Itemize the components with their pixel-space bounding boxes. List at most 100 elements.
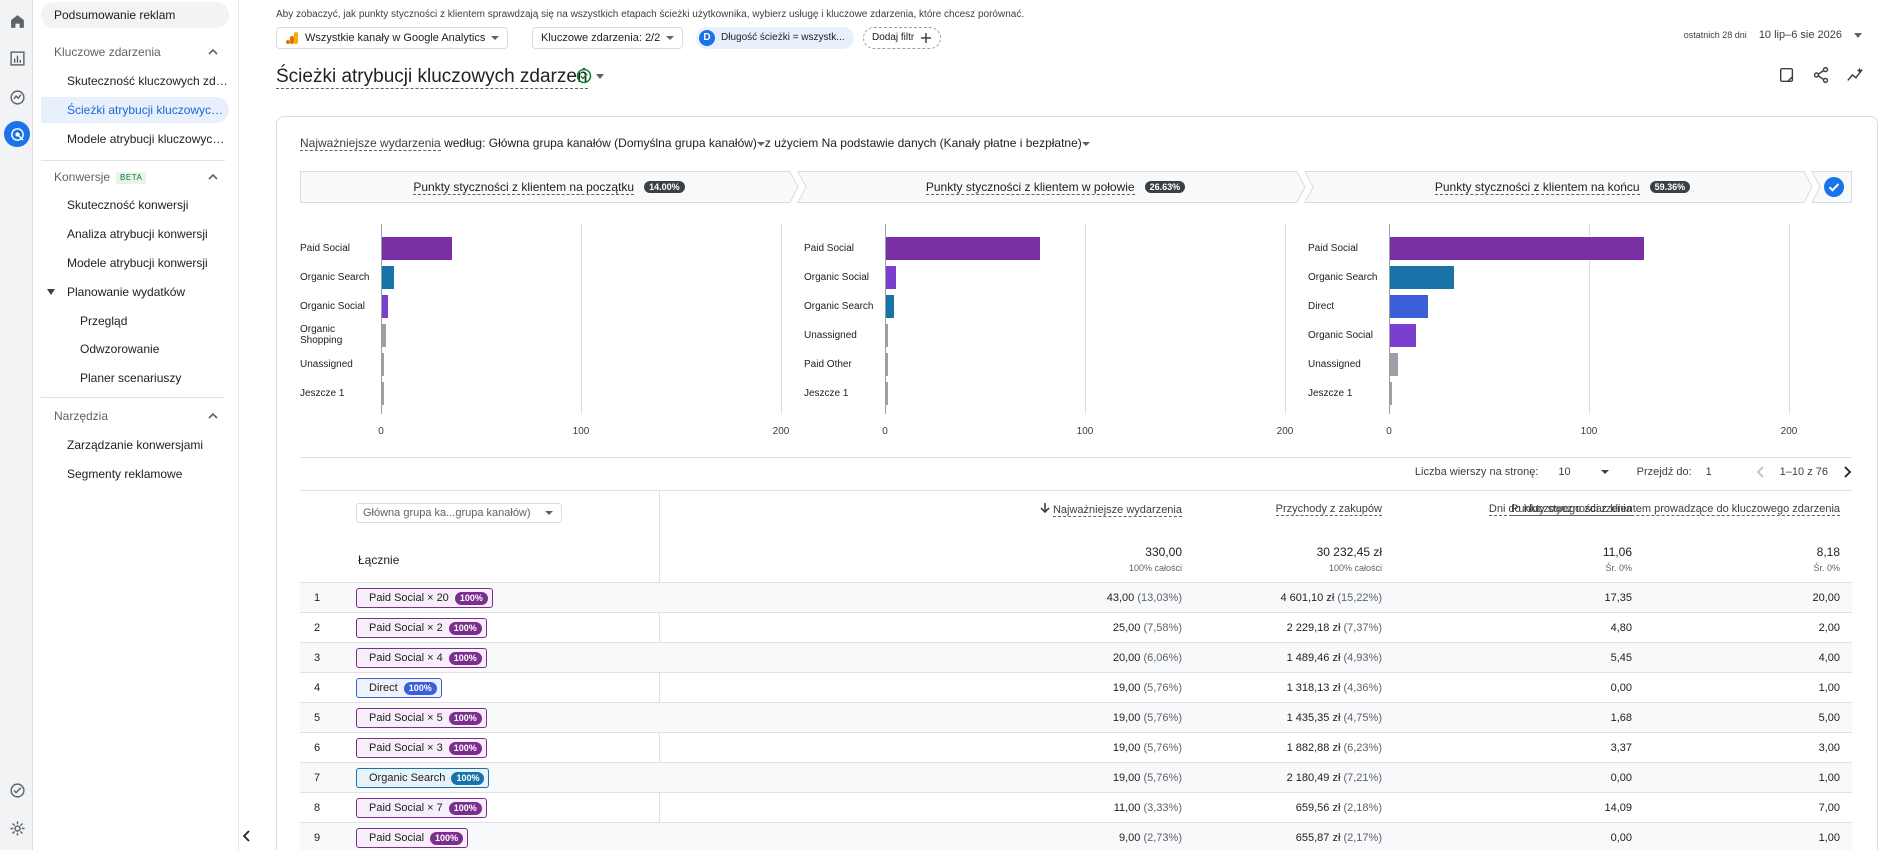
- step-end[interactable]: Punkty styczności z klientem na końcu 59…: [1313, 171, 1812, 203]
- sidebar-item-overview[interactable]: Przegląd: [41, 308, 229, 334]
- insights-trend-icon[interactable]: [1846, 66, 1864, 84]
- bar[interactable]: [382, 295, 388, 318]
- bar[interactable]: [382, 382, 384, 405]
- row-number: 1: [314, 592, 321, 604]
- settings-gear-icon[interactable]: [4, 815, 30, 841]
- cell-value: 20,00: [1112, 652, 1141, 664]
- table-row[interactable]: 4 Direct 100% 19,00 (5,76%) 1 318,13 zł (4,3…: [300, 672, 1852, 702]
- table-row[interactable]: 7 Organic Search 100% 19,00 (5,76%) 2 180,49…: [300, 762, 1852, 792]
- table-row[interactable]: 6 Paid Social × 3 100% 19,00 (5,76%) 1 882,8…: [300, 732, 1852, 762]
- path-length-filter-chip[interactable]: D Długość ścieżki = wszystk...: [696, 27, 854, 49]
- cell-touchpoints: 1,00: [1818, 832, 1840, 844]
- x-tick-label: 200: [772, 426, 790, 437]
- sidebar-item-key-event-performance[interactable]: Skuteczność kluczowych zdarzeń: [41, 68, 229, 94]
- bar[interactable]: [886, 324, 888, 347]
- column-header-touchpoints[interactable]: Punkty styczności z klientem prowadzące …: [1511, 503, 1840, 516]
- sidebar-item-conversion-models[interactable]: Modele atrybucji konwersji: [41, 250, 229, 276]
- sidebar-item-spend-planning[interactable]: Planowanie wydatków: [41, 279, 229, 305]
- sidebar-item-key-event-paths[interactable]: Ścieżki atrybucji kluczowych zdarzeń: [41, 97, 229, 123]
- row-number: 8: [314, 802, 321, 814]
- property-selector[interactable]: Wszystkie kanały w Google Analytics: [276, 27, 509, 49]
- bar[interactable]: [1390, 353, 1398, 376]
- cell-percent: (13,03%): [1137, 592, 1182, 604]
- path-share-badge: 100%: [448, 651, 482, 665]
- bar[interactable]: [1390, 237, 1644, 260]
- add-filter-button[interactable]: Dodaj filtr: [863, 27, 942, 49]
- row-number: 9: [314, 832, 321, 844]
- sidebar-item-conversion-performance[interactable]: Skuteczność konwersji: [41, 192, 229, 218]
- rows-per-page-label: Liczba wierszy na stronę:: [1414, 466, 1539, 478]
- cell-value: 19,00: [1112, 772, 1141, 784]
- rows-per-page-select[interactable]: 10: [1552, 466, 1614, 478]
- table-row[interactable]: 9 Paid Social 100% 9,00 (2,73%) 655,87 zł (2…: [300, 822, 1852, 850]
- date-range-selector[interactable]: ostatnich 28 dni 10 lip–6 sie 2026: [1684, 29, 1862, 41]
- step-middle[interactable]: Punkty styczności z klientem w połowie 2…: [806, 171, 1305, 203]
- path-tag[interactable]: Paid Social × 3 100%: [356, 738, 487, 758]
- reports-icon[interactable]: [4, 45, 30, 71]
- sidebar-item-ad-segments[interactable]: Segmenty reklamowe: [41, 461, 229, 487]
- category-label: Jeszcze 1: [1308, 387, 1353, 399]
- key-events-selector[interactable]: Kluczowe zdarzenia: 2/2: [532, 27, 684, 49]
- filter-label: Długość ścieżki = wszystk...: [721, 32, 845, 43]
- dropdown-arrow-icon[interactable]: [1081, 141, 1090, 146]
- path-tag[interactable]: Paid Social × 20 100%: [356, 588, 493, 608]
- sidebar-item-mapping[interactable]: Odwzorowanie: [41, 336, 229, 362]
- sidebar-section-conversions[interactable]: Konwersje BETA: [41, 165, 229, 189]
- sidebar-item-scenario-planner[interactable]: Planer scenariuszy: [41, 365, 229, 391]
- next-page-icon[interactable]: [1842, 466, 1852, 478]
- home-icon[interactable]: [4, 8, 30, 34]
- model-selector[interactable]: Na podstawie danych (Kanały płatne i bez…: [822, 136, 1082, 150]
- bar[interactable]: [1390, 382, 1392, 405]
- column-header-revenue[interactable]: Przychody z zakupów: [1275, 503, 1382, 516]
- edit-comparison-icon[interactable]: [1778, 66, 1796, 84]
- metric-selector[interactable]: Najważniejsze wydarzenia: [300, 136, 441, 151]
- path-tag[interactable]: Paid Social × 2 100%: [356, 618, 487, 638]
- share-icon[interactable]: [1812, 66, 1830, 84]
- bar[interactable]: [1390, 266, 1454, 289]
- sidebar-section-key-events[interactable]: Kluczowe zdarzenia: [41, 40, 229, 64]
- sidebar-item-key-event-models[interactable]: Modele atrybucji kluczowych zdarzeń: [41, 126, 229, 152]
- table-row[interactable]: 1 Paid Social × 20 100% 43,00 (13,03%) 4 601…: [300, 582, 1852, 612]
- path-tag[interactable]: Paid Social × 7 100%: [356, 798, 487, 818]
- bar[interactable]: [886, 295, 894, 318]
- table-row[interactable]: 5 Paid Social × 5 100% 19,00 (5,76%) 1 435,3…: [300, 702, 1852, 732]
- path-tag[interactable]: Direct 100%: [356, 678, 442, 698]
- bar[interactable]: [886, 353, 888, 376]
- sidebar-item-conversion-management[interactable]: Zarządzanie konwersjami: [41, 432, 229, 458]
- dropdown-arrow-icon[interactable]: [756, 141, 765, 146]
- goto-page-input[interactable]: 1: [1706, 466, 1742, 478]
- paths-table: Główna grupa ka...grupa kanałów) Najważn…: [300, 490, 1852, 850]
- path-tag[interactable]: Paid Social 100%: [356, 828, 469, 848]
- insights-check-icon[interactable]: [4, 777, 30, 803]
- select-all-check-icon[interactable]: [1824, 177, 1844, 197]
- sidebar-item-conversion-attribution[interactable]: Analiza atrybucji konwersji: [41, 221, 229, 247]
- bar[interactable]: [886, 382, 888, 405]
- bar[interactable]: [886, 237, 1040, 260]
- report-status-menu[interactable]: [576, 68, 604, 84]
- bar[interactable]: [382, 353, 384, 376]
- cell-touchpoints: 1,00: [1818, 772, 1840, 784]
- bar[interactable]: [382, 324, 386, 347]
- path-tag[interactable]: Paid Social × 5 100%: [356, 708, 487, 728]
- explore-icon[interactable]: [4, 84, 30, 110]
- table-row[interactable]: 3 Paid Social × 4 100% 20,00 (6,06%) 1 489,4…: [300, 642, 1852, 672]
- dimension-dropdown[interactable]: Główna grupa ka...grupa kanałów): [356, 503, 562, 523]
- bar[interactable]: [1390, 295, 1428, 318]
- instruction-text: Aby zobaczyć, jak punkty styczności z kl…: [276, 9, 1025, 20]
- prev-page-icon[interactable]: [1756, 466, 1766, 478]
- dimension-selector[interactable]: Główna grupa kanałów (Domyślna grupa kan…: [489, 136, 757, 150]
- bar[interactable]: [382, 266, 394, 289]
- bar[interactable]: [1390, 324, 1416, 347]
- path-tag[interactable]: Organic Search 100%: [356, 768, 490, 788]
- sidebar-section-tools[interactable]: Narzędzia: [41, 404, 229, 428]
- sidebar-item-ad-summary[interactable]: Podsumowanie reklam: [41, 2, 229, 28]
- bar[interactable]: [886, 266, 896, 289]
- column-header-key-events[interactable]: Najważniejsze wydarzenia: [1040, 503, 1182, 517]
- step-start[interactable]: Punkty styczności z klientem na początku…: [300, 171, 798, 203]
- table-row[interactable]: 8 Paid Social × 7 100% 11,00 (3,33%) 659,56 …: [300, 792, 1852, 822]
- bar[interactable]: [382, 237, 452, 260]
- path-tag[interactable]: Paid Social × 4 100%: [356, 648, 487, 668]
- advertising-icon[interactable]: [4, 121, 30, 147]
- table-row[interactable]: 2 Paid Social × 2 100% 25,00 (7,58%) 2 229,1…: [300, 612, 1852, 642]
- collapse-sidebar-icon[interactable]: [241, 830, 253, 842]
